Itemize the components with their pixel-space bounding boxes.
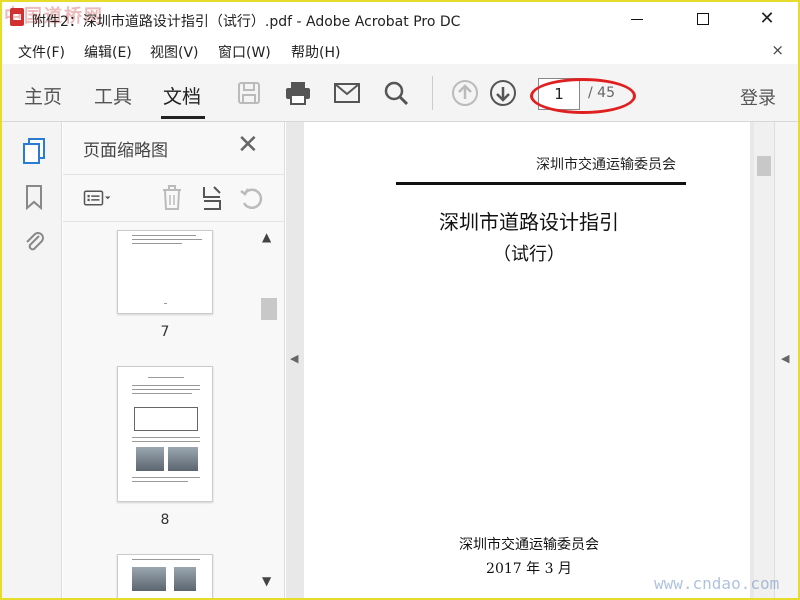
thumb-page-mark [164,303,167,304]
trash-icon [163,185,181,210]
thumbnails-panel: 页面缩略图 ✕ 7 8 ▲ ▼ [63,122,285,598]
document-date: 2017 年 3 月 [486,561,572,577]
thumb-table-figure [134,407,198,431]
toolbar-separator [432,76,433,110]
page-thumbnail-7[interactable] [117,230,213,314]
extract-page-button[interactable] [197,183,227,213]
search-button[interactable] [381,78,411,108]
document-header-org: 深圳市交通运输委员会 [536,157,676,173]
thumb-text-line [132,243,182,244]
thumbnails-scrollbar[interactable]: ▲ ▼ [259,230,279,592]
watermark-bottom-right: www.cndao.com [654,574,780,593]
maximize-icon [697,13,709,25]
rotate-icon [240,188,263,209]
bookmark-icon [26,185,42,210]
minimize-button[interactable] [614,2,660,36]
thumbnails-panel-title: 页面缩略图 [83,141,168,161]
expand-right-panel-icon[interactable]: ◀ [781,352,789,365]
print-button[interactable] [283,78,313,108]
thumbnail-page-number: 8 [160,512,170,528]
close-icon: ✕ [759,8,775,29]
scroll-down-icon[interactable]: ▼ [262,574,271,588]
header-rule [396,182,686,185]
collapse-left-panel-icon[interactable]: ◀ [290,352,298,365]
thumb-text-line [148,377,184,378]
printer-icon [286,82,310,105]
document-scrollbar[interactable] [754,122,774,598]
crop-page-icon [203,186,221,210]
document-title: 深圳市道路设计指引 [439,210,619,234]
scrollbar-thumb[interactable] [261,298,277,320]
document-viewport: ◀ 深圳市交通运输委员会 深圳市道路设计指引 （试行） 深圳市交通运输委员会 2… [286,122,798,598]
previous-page-button[interactable] [450,78,480,108]
window-title: 附件2：深圳市道路设计指引（试行）.pdf - Adobe Acrobat Pr… [32,14,461,30]
options-menu-icon [83,190,111,206]
attachments-button[interactable] [20,226,48,256]
thumb-photo [168,447,198,471]
active-tab-indicator [161,116,205,119]
next-page-button[interactable] [488,78,518,108]
rotate-page-button[interactable] [237,183,267,213]
thumbnails-toolbar [63,174,285,222]
close-window-button[interactable]: ✕ [744,2,790,36]
close-panel-button[interactable]: ✕ [237,130,259,160]
thumb-photo [132,567,166,591]
thumb-text-line [132,441,200,442]
tab-home[interactable]: 主页 [24,82,62,109]
bookmarks-button[interactable] [20,182,48,212]
app-window: 中国道桥网 附件2：深圳市道路设计指引（试行）.pdf - Adobe Acro… [0,0,800,600]
pdf-page: 深圳市交通运输委员会 深圳市道路设计指引 （试行） 深圳市交通运输委员会 201… [304,122,750,598]
thumb-text-line [132,239,202,240]
maximize-button[interactable] [680,2,726,36]
search-icon [384,81,409,106]
thumb-photo [174,567,196,591]
close-document-button[interactable]: × [771,41,784,59]
minimize-icon [631,18,643,20]
login-button[interactable]: 登录 [740,84,776,110]
save-icon [238,82,260,104]
thumb-text-line [132,235,196,236]
main-toolbar: 主页 工具 文档 1 / 45 登录 [2,64,798,122]
document-subtitle: （试行） [493,244,565,265]
tab-tools[interactable]: 工具 [94,82,132,109]
left-navigation-rail [2,122,62,598]
save-button[interactable] [234,78,264,108]
highlight-annotation [530,78,636,114]
arrow-up-circle-icon [452,80,478,106]
email-button[interactable] [332,78,362,108]
title-bar: 中国道桥网 附件2：深圳市道路设计指引（试行）.pdf - Adobe Acro… [2,2,798,38]
thumbnail-page-number: 7 [160,324,170,340]
thumb-text-line [132,385,200,386]
menu-file[interactable]: 文件(F) [18,42,65,62]
document-scrollbar-thumb[interactable] [757,156,771,176]
scrollbar-track [259,230,279,592]
thumb-text-line [132,559,200,560]
pages-icon [23,138,45,164]
menu-edit[interactable]: 编辑(E) [84,42,132,62]
thumb-text-line [132,437,200,438]
scroll-up-icon[interactable]: ▲ [262,230,271,244]
menu-view[interactable]: 视图(V) [150,42,199,62]
thumb-text-line [132,481,188,482]
thumb-photo [136,447,164,471]
page-thumbnails-button[interactable] [20,136,48,166]
tab-document[interactable]: 文档 [163,82,201,109]
thumbnail-options-button[interactable] [83,183,113,213]
menu-window[interactable]: 窗口(W) [218,42,271,62]
menu-bar: 文件(F) 编辑(E) 视图(V) 窗口(W) 帮助(H) × [2,38,798,64]
document-issuer: 深圳市交通运输委员会 [459,537,599,553]
page-thumbnail-8[interactable] [117,366,213,502]
delete-page-button[interactable] [157,183,187,213]
menu-help[interactable]: 帮助(H) [291,42,340,62]
envelope-icon [334,83,360,103]
arrow-down-circle-icon [490,80,516,106]
thumb-text-line [132,477,200,478]
page-thumbnail-9[interactable] [117,554,213,598]
right-panel-strip: ◀ [774,122,798,598]
thumb-text-line [132,393,192,394]
paperclip-icon [26,232,44,251]
thumb-text-line [132,389,200,390]
